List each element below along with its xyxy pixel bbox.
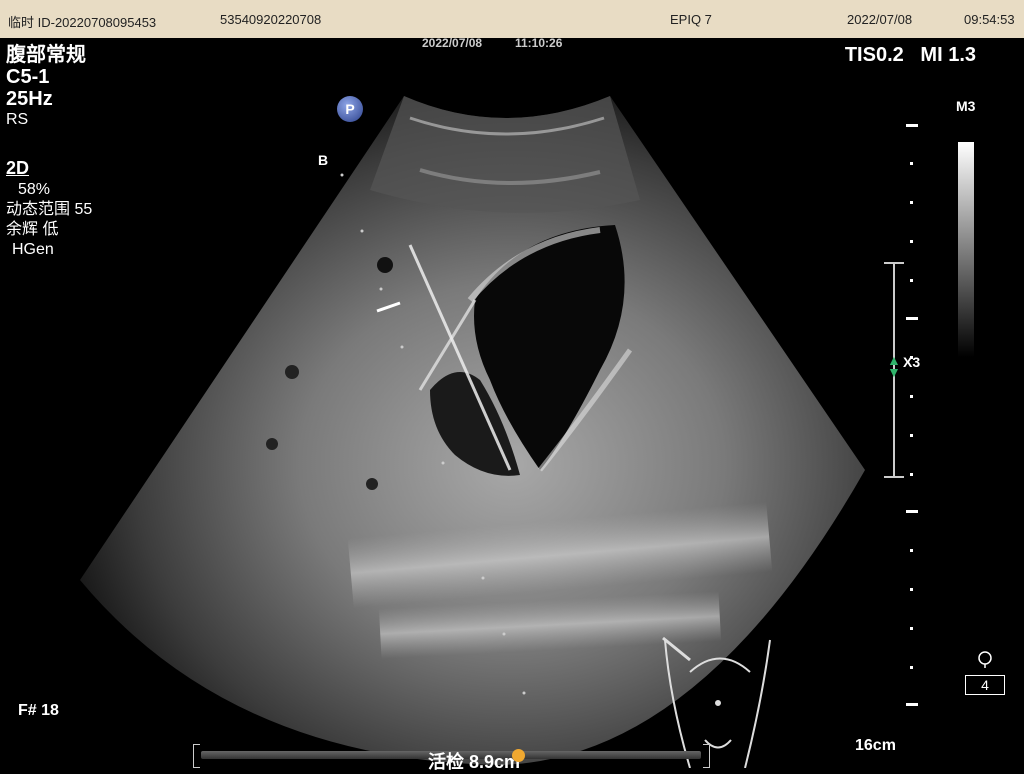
focus-label: X3 [903,354,921,370]
depth-ruler [904,120,924,710]
map-label: M3 [956,98,976,114]
gain-value: 58% [18,181,51,198]
focus-marker-icon[interactable]: ▲ ▼ [887,353,901,379]
persistence: 余辉 低 [6,221,59,238]
rotate-icon[interactable] [976,650,994,668]
mi-value: MI 1.3 [920,44,976,66]
page-indicator: 4 [965,675,1005,695]
biopsy-slider-knob[interactable] [512,749,525,762]
frequency-setting: HGen [12,241,54,258]
dynamic-range: 动态范围 55 [6,201,93,218]
safety-indices: TIS0.2 MI 1.3 [845,44,976,67]
grayscale-bar [958,142,974,357]
ultrasound-image [80,96,865,768]
mode-label: 2D [6,158,30,178]
biopsy-depth-label: 活检 8.9cm [428,752,521,772]
resolution-mode: RS [6,111,29,128]
preset-name: 腹部常规 [6,44,86,66]
b-marker: B [318,152,329,168]
exam-info: 腹部常规 C5-1 25Hz RS [6,44,86,130]
p-marker-icon[interactable]: P [337,96,363,122]
frame-number: F# 18 [18,702,59,719]
depth-value: 16cm [855,737,896,754]
frame-rate: 25Hz [6,88,53,110]
transducer-name: C5-1 [6,66,50,88]
imaging-params: 58% 动态范围 55 余辉 低 HGen [6,180,92,260]
tis-value: TIS0.2 [844,44,904,66]
